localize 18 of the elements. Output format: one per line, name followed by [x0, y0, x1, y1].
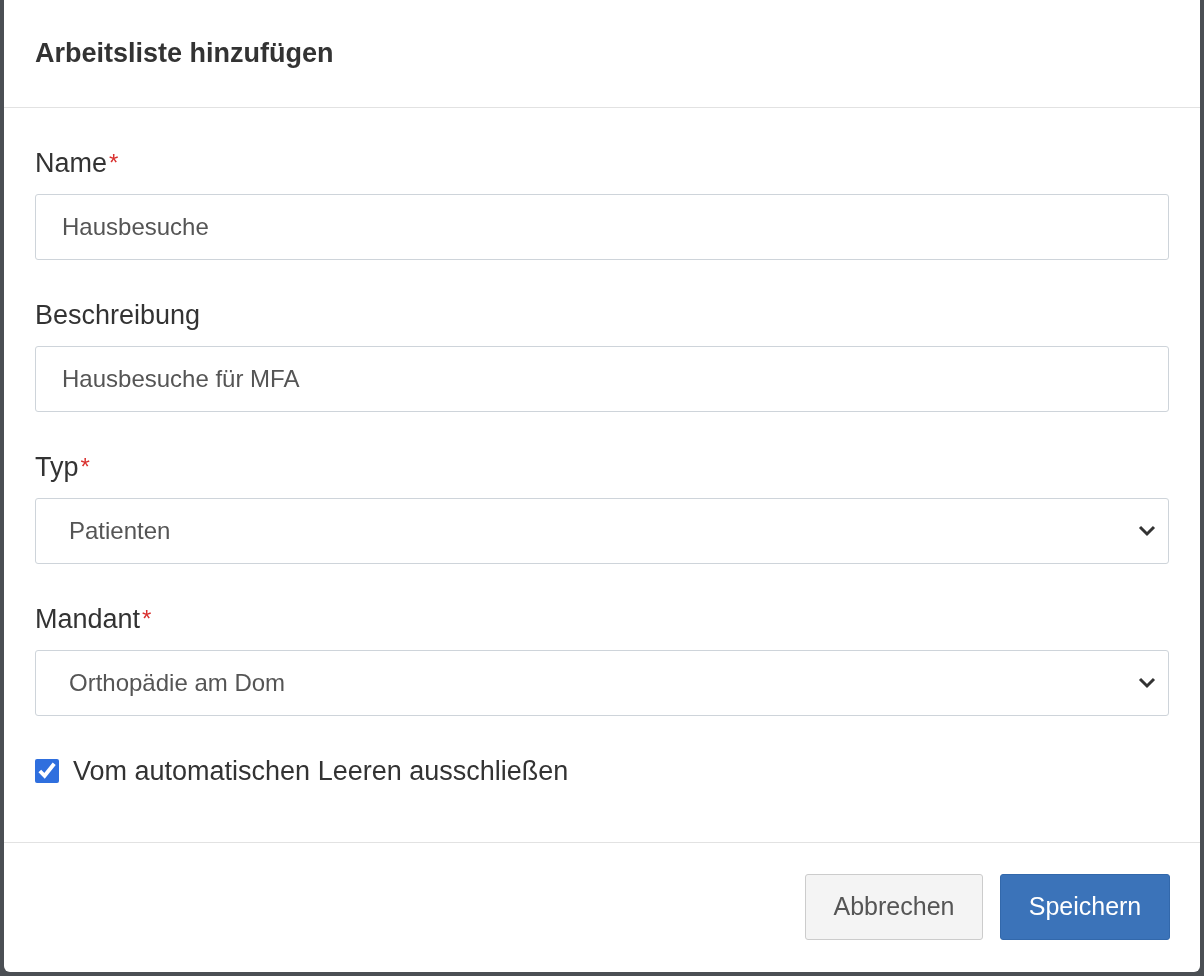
caret-icon: [1138, 677, 1156, 689]
checkbox[interactable]: [35, 759, 59, 783]
save-button[interactable]: Speichern: [1000, 874, 1170, 940]
checkbox-label: Vom automatischen Leeren ausschließen: [73, 754, 569, 788]
field-label: Typ: [35, 451, 79, 484]
required-mark: *: [142, 604, 152, 634]
field-label: Beschreibung: [35, 299, 201, 332]
cancel-button[interactable]: Abbrechen: [805, 874, 983, 940]
dropdown-field[interactable]: Orthopädie am Dom: [35, 650, 1169, 716]
text-field[interactable]: Hausbesuche: [35, 194, 1169, 260]
field-label: Name: [35, 147, 108, 180]
dialog-title: Arbeitsliste hinzufügen: [35, 37, 334, 71]
caret-icon: [1138, 525, 1156, 537]
required-mark: *: [80, 452, 90, 482]
field-label: Mandant: [35, 603, 141, 636]
text-field[interactable]: Hausbesuche für MFA: [35, 346, 1169, 412]
required-mark: *: [109, 148, 119, 178]
dropdown-field[interactable]: Patienten: [35, 498, 1169, 564]
